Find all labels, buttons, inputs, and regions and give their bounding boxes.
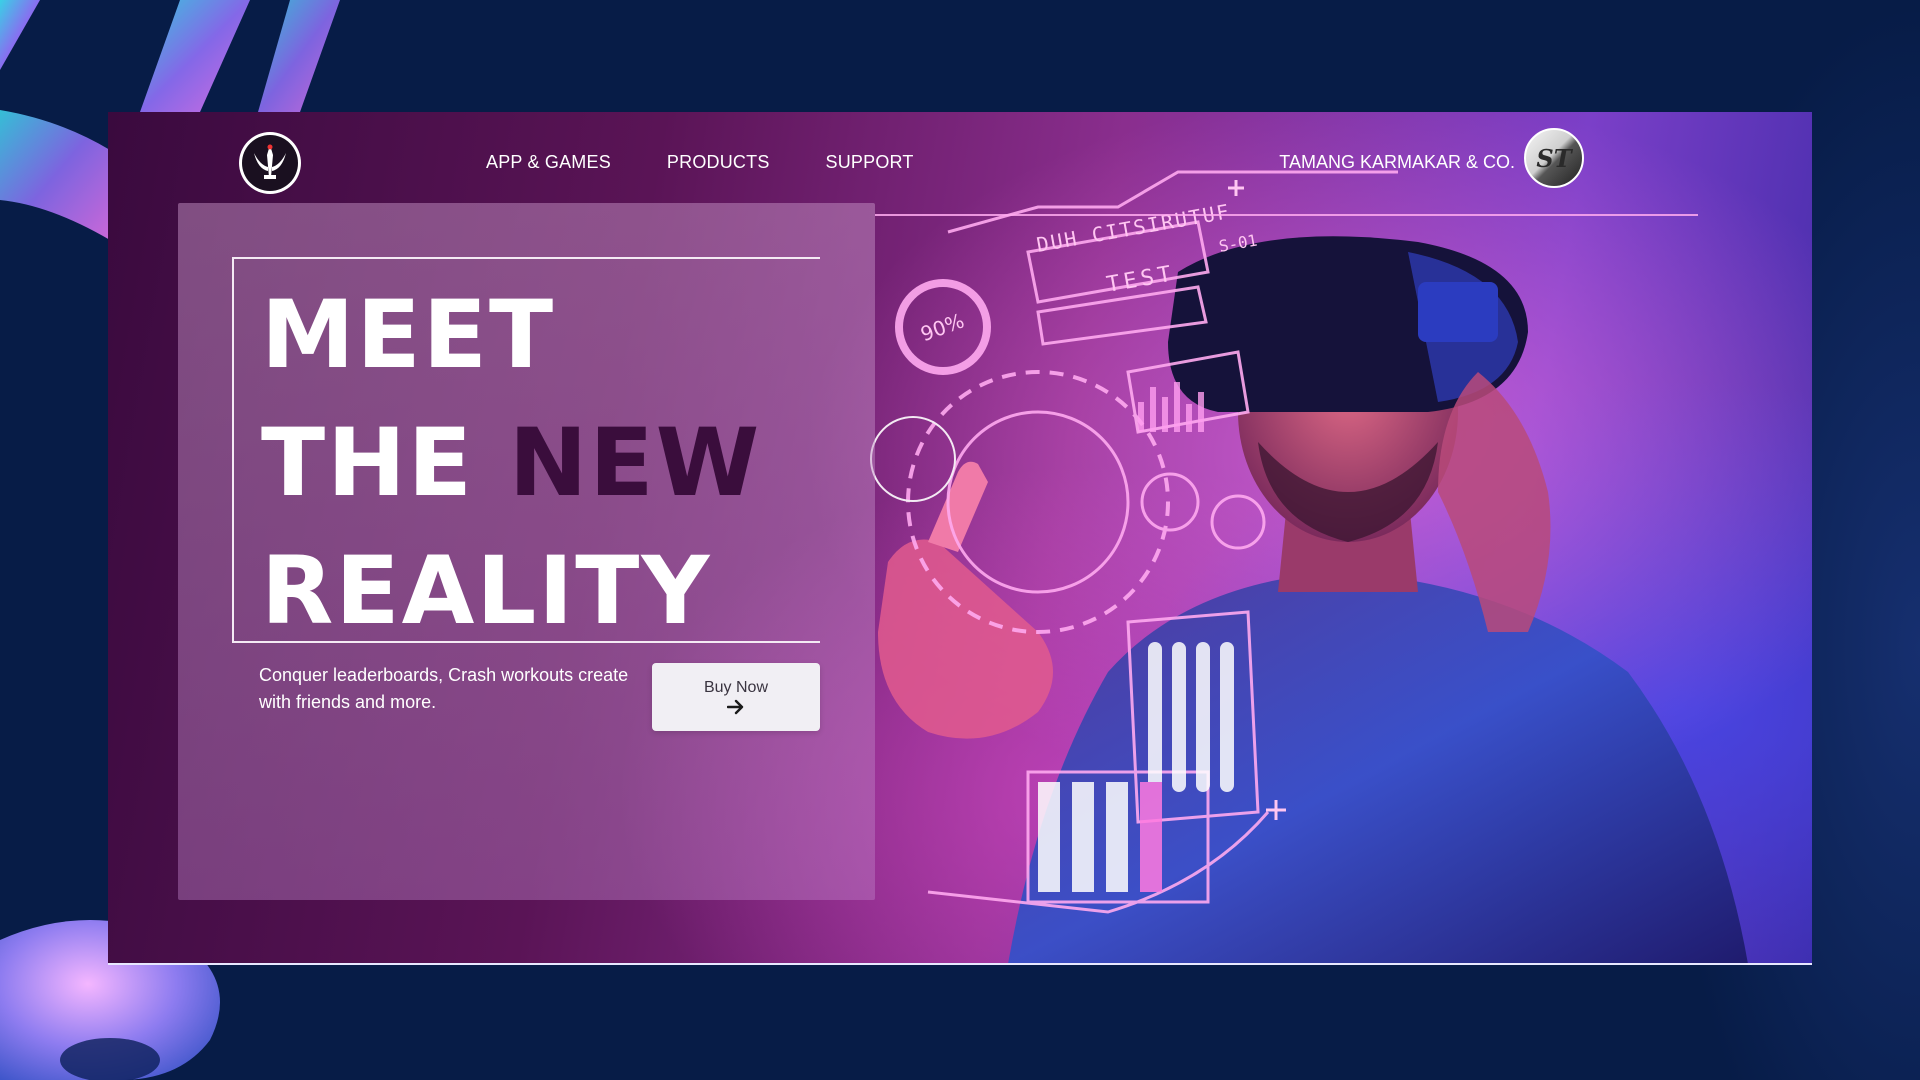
buy-now-label: Buy Now bbox=[703, 679, 769, 696]
winged-dagger-emblem-icon bbox=[254, 144, 286, 179]
avatar[interactable]: ST bbox=[1524, 128, 1584, 188]
hero-headline: MEET THE NEW REALITY bbox=[261, 272, 761, 656]
headline-line-1: MEET bbox=[261, 281, 556, 390]
hero-card: DUH CITSIRUTUF TEST S-01 90% APP & GAMES… bbox=[108, 112, 1812, 964]
hero-subtext: Conquer leaderboards, Crash workouts cre… bbox=[259, 665, 629, 712]
headline-accent-word: NEW bbox=[508, 409, 762, 518]
logo[interactable] bbox=[239, 132, 301, 194]
nav-link-products[interactable]: PRODUCTS bbox=[667, 152, 770, 173]
nav-link-app-games[interactable]: APP & GAMES bbox=[486, 152, 611, 173]
card-bottom-border bbox=[108, 963, 1812, 965]
hud-percent: 90% bbox=[917, 308, 967, 346]
nav-divider bbox=[875, 214, 1698, 216]
headline-line-3: REALITY bbox=[261, 537, 712, 646]
nav-link-support[interactable]: SUPPORT bbox=[826, 152, 914, 173]
arrow-right-icon bbox=[727, 699, 744, 715]
brand-name: TAMANG KARMAKAR & CO. bbox=[1279, 152, 1515, 172]
main-nav: APP & GAMES PRODUCTS SUPPORT bbox=[486, 152, 914, 173]
headline-line-2a: THE bbox=[261, 409, 509, 518]
buy-now-button[interactable]: Buy Now bbox=[652, 663, 820, 731]
